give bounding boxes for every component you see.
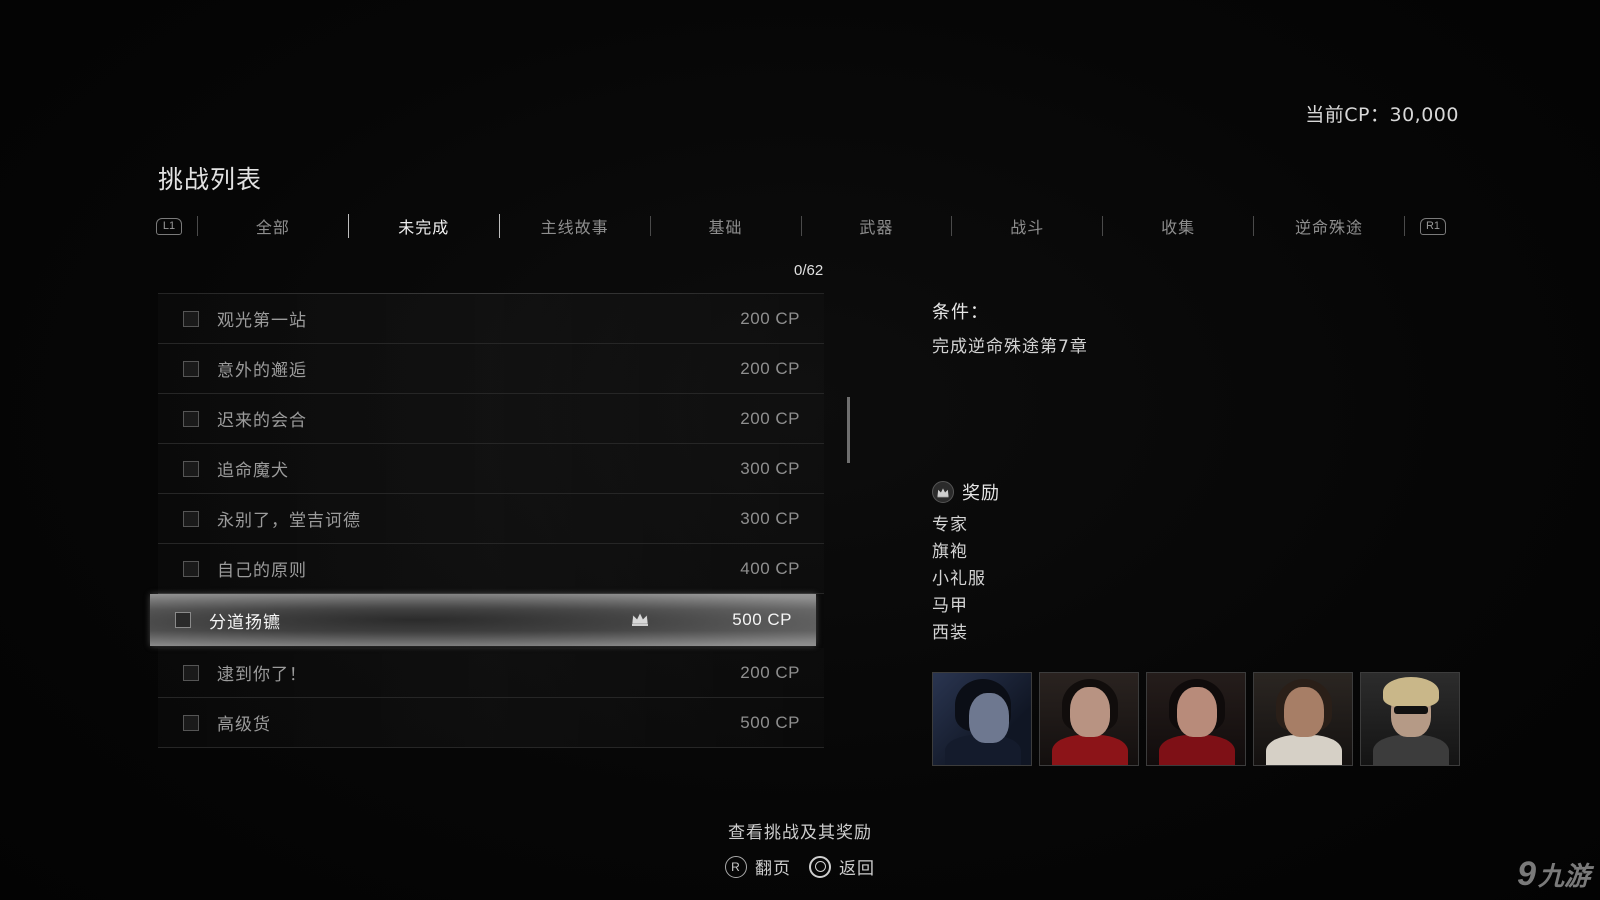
- page-title: 挑战列表: [158, 165, 263, 194]
- back-label: 返回: [839, 859, 875, 879]
- watermark-logo: 9 九游: [1517, 855, 1590, 894]
- challenge-row[interactable]: 逮到你了！ 200 CP: [158, 648, 824, 698]
- tab-basic[interactable]: 基础: [651, 214, 801, 238]
- challenge-name: 迟来的会合: [217, 411, 307, 431]
- tab-incomplete[interactable]: 未完成: [349, 214, 499, 238]
- reward-portrait: [1146, 672, 1246, 766]
- reward-portrait: [1253, 672, 1353, 766]
- tab-all[interactable]: 全部: [198, 214, 348, 238]
- checkbox[interactable]: [175, 612, 191, 628]
- challenge-cp: 300 CP: [740, 458, 800, 478]
- challenge-row[interactable]: 意外的邂逅 200 CP: [158, 344, 824, 394]
- challenge-row[interactable]: 永别了，堂吉诃德 300 CP: [158, 494, 824, 544]
- crown-icon: [932, 481, 954, 503]
- challenge-list-screen: 当前CP：30,000 挑战列表 L1 全部 未完成 主线故事 基础 武器 战斗…: [0, 0, 1600, 900]
- challenge-name: 观光第一站: [217, 311, 307, 331]
- reward-item: 专家: [932, 515, 968, 535]
- tab-combat[interactable]: 战斗: [952, 214, 1102, 238]
- challenge-list: 观光第一站 200 CP 意外的邂逅 200 CP 迟来的会合 200 CP 追…: [150, 293, 824, 748]
- challenge-name: 永别了，堂吉诃德: [217, 511, 361, 531]
- watermark-mark: 9: [1517, 855, 1536, 893]
- right-stick-icon: R: [725, 855, 747, 878]
- challenge-cp: 500 CP: [740, 712, 800, 732]
- challenge-name: 高级货: [217, 715, 271, 735]
- tab-main-story[interactable]: 主线故事: [500, 214, 650, 238]
- reward-portrait: [1360, 672, 1460, 766]
- reward-item: 西装: [932, 623, 968, 643]
- reward-item: 马甲: [932, 596, 968, 616]
- challenge-cp: 400 CP: [740, 558, 800, 578]
- page-control[interactable]: R 翻页: [725, 854, 791, 879]
- checkbox[interactable]: [183, 310, 199, 327]
- checkbox[interactable]: [183, 460, 199, 477]
- category-tabs: L1 全部 未完成 主线故事 基础 武器 战斗 收集 逆命殊途 R1: [156, 211, 1446, 241]
- challenge-row[interactable]: 追命魔犬 300 CP: [158, 444, 824, 494]
- reward-label: 奖励: [962, 483, 1000, 504]
- footer-title: 查看挑战及其奖励: [728, 823, 872, 843]
- page-label: 翻页: [755, 859, 791, 879]
- challenge-cp: 200 CP: [740, 308, 800, 328]
- back-control[interactable]: 返回: [809, 854, 875, 879]
- challenge-cp: 200 CP: [740, 662, 800, 682]
- tab-divider: [1404, 216, 1405, 236]
- tab-collection[interactable]: 收集: [1103, 214, 1253, 238]
- reward-portraits: [932, 672, 1460, 766]
- r1-button-icon[interactable]: R1: [1420, 217, 1446, 235]
- checkbox[interactable]: [183, 510, 199, 527]
- reward-portrait: [932, 672, 1032, 766]
- checkbox[interactable]: [183, 664, 199, 681]
- current-cp: 当前CP：30,000: [1305, 104, 1459, 126]
- checkbox[interactable]: [183, 410, 199, 427]
- completion-counter: 0/62: [794, 262, 824, 279]
- checkbox[interactable]: [183, 714, 199, 731]
- circle-button-icon: [809, 855, 831, 878]
- challenge-name: 逮到你了！: [217, 665, 307, 685]
- reward-header: 奖励: [932, 479, 1000, 505]
- challenge-row[interactable]: 自己的原则 400 CP: [158, 544, 824, 594]
- reward-item: 小礼服: [932, 569, 986, 589]
- condition-label: 条件：: [932, 302, 989, 323]
- challenge-cp: 200 CP: [740, 408, 800, 428]
- checkbox[interactable]: [183, 560, 199, 577]
- crown-icon: [631, 612, 649, 626]
- reward-portrait: [1039, 672, 1139, 766]
- tab-weapons[interactable]: 武器: [802, 214, 952, 238]
- reward-item: 旗袍: [932, 542, 968, 562]
- checkbox[interactable]: [183, 360, 199, 377]
- challenge-row-selected[interactable]: 分道扬镳 500 CP: [150, 594, 816, 646]
- list-scrollbar[interactable]: [847, 397, 850, 463]
- challenge-name: 意外的邂逅: [217, 361, 307, 381]
- challenge-name: 追命魔犬: [217, 461, 289, 481]
- footer-controls: R 翻页 返回: [0, 854, 1600, 879]
- reward-list: 专家 旗袍 小礼服 马甲 西装: [932, 512, 986, 647]
- challenge-row[interactable]: 高级货 500 CP: [158, 698, 824, 748]
- challenge-cp: 500 CP: [732, 610, 792, 629]
- challenge-row[interactable]: 迟来的会合 200 CP: [158, 394, 824, 444]
- condition-text: 完成逆命殊途第7章: [932, 337, 1088, 357]
- challenge-cp: 300 CP: [740, 508, 800, 528]
- challenge-row[interactable]: 观光第一站 200 CP: [158, 294, 824, 344]
- watermark-text: 九游: [1537, 862, 1590, 892]
- tab-separate-ways[interactable]: 逆命殊途: [1254, 214, 1404, 238]
- challenge-name: 自己的原则: [217, 561, 307, 581]
- l1-button-icon[interactable]: L1: [156, 217, 182, 235]
- challenge-name: 分道扬镳: [209, 612, 281, 633]
- challenge-cp: 200 CP: [740, 358, 800, 378]
